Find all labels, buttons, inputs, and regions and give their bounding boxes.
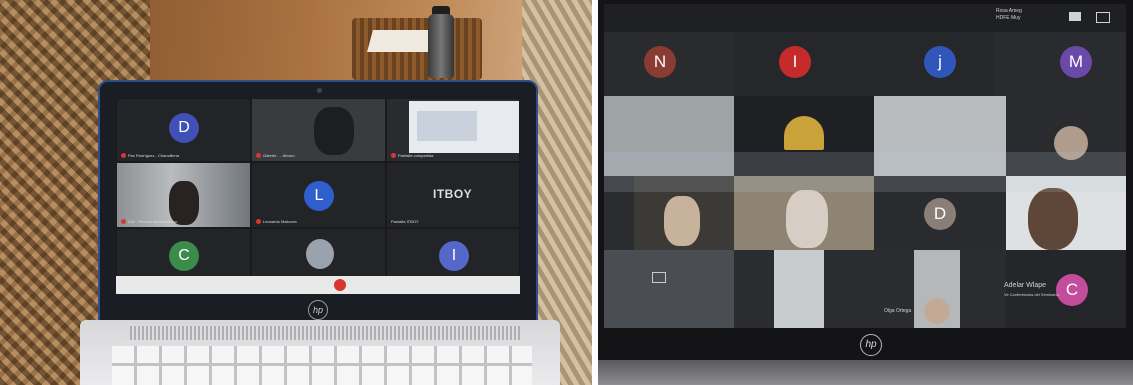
participant-name: Gabriel... - Ahorro [256,153,295,158]
participant-name: Pantalla ITBOY [391,219,419,224]
participant-tile-video-1[interactable]: Gabriel... - Ahorro [251,98,386,162]
laptop-left: D Paz Rodríguez - Chancillería Gabriel..… [98,80,538,324]
brand-logo: ITBOY [433,187,473,201]
participant-tile-l[interactable]: L Leonardo Malcorra [251,162,386,228]
avatar-j: j [924,46,956,78]
avatar-l: L [304,181,334,211]
participant-tile-video-2[interactable]: Zoe - Pezzuti Montemarano [116,162,251,228]
participant-tile-c[interactable]: C [1006,250,1126,328]
mic-muted-icon [121,153,126,158]
participant-tile-video-d[interactable] [774,250,824,328]
top-status-text: Rosa Ameg HDFE Muy [996,8,1022,21]
participant-video [664,196,700,246]
avatar-d: D [924,198,956,230]
speaker-grille [130,326,520,340]
participant-name: Pantalla compartida [391,153,433,158]
participants-icon[interactable] [1069,12,1081,21]
avatar-i: I [439,241,469,271]
avatar-i: I [779,46,811,78]
left-photo: D Paz Rodríguez - Chancillería Gabriel..… [0,0,592,385]
avatar-m: M [1060,46,1092,78]
napkin [367,30,435,52]
shared-window [417,111,477,141]
presenter-name: Adelar Wlape [1004,282,1047,289]
participant-tile-screenshare[interactable]: Pantalla compartida [386,98,520,162]
participant-thumbnail [306,239,334,269]
zoom-gallery-screen-right: N I j M D Olga Ortega C Adelar Wlape Ve … [604,32,1126,328]
hp-logo: hp [308,300,328,320]
avatar-d: D [169,113,199,143]
leave-meeting-icon[interactable] [334,279,346,291]
participant-video [924,298,950,324]
webcam-icon [317,88,322,93]
zoom-control-bar [116,276,520,294]
zoom-top-strip: Rosa Ameg HDFE Muy [604,4,1126,32]
participant-tile-j[interactable]: j [864,32,994,96]
avatar-c: C [169,241,199,271]
participant-name: Paz Rodríguez - Chancillería [121,153,179,158]
participant-video [786,190,828,248]
mic-muted-icon [121,219,126,224]
camera-off-icon [652,272,666,283]
laptop-hinge [598,360,1133,385]
participant-tile-n[interactable]: N [604,32,734,96]
participant-video [1028,188,1078,250]
active-speaker-name: Olga Ortega [884,308,912,314]
avatar-n: N [644,46,676,78]
participant-tile-m[interactable]: M [994,32,1126,96]
hp-logo: hp [860,334,882,356]
participant-tile-camera-off[interactable] [604,250,734,328]
mic-muted-icon [391,153,396,158]
group-photo [784,116,824,150]
pepper-bottle [428,14,454,78]
presenter-subtitle: Ve Conferencias del Seminario [1004,292,1059,297]
mic-muted-icon [256,153,261,158]
participant-tile-d[interactable]: D Paz Rodríguez - Chancillería [116,98,251,162]
participant-tile-active-speaker[interactable] [914,250,960,328]
chat-icon[interactable] [1096,12,1110,23]
participant-tile-brand[interactable]: ITBOY Pantalla ITBOY [386,162,520,228]
participant-name: Leonardo Malcorra [256,219,297,224]
participant-name: Zoe - Pezzuti Montemarano [121,219,177,224]
screen-glare [604,152,1126,192]
right-photo: Rosa Ameg HDFE Muy N I j M D Olga Ortega… [598,0,1133,385]
zoom-gallery-screen: D Paz Rodríguez - Chancillería Gabriel..… [116,98,520,294]
participant-tile-i[interactable]: I [734,32,864,96]
keyboard-keys [112,346,532,385]
participant-video [314,107,354,155]
avatar-c: C [1056,274,1088,306]
mic-muted-icon [256,219,261,224]
